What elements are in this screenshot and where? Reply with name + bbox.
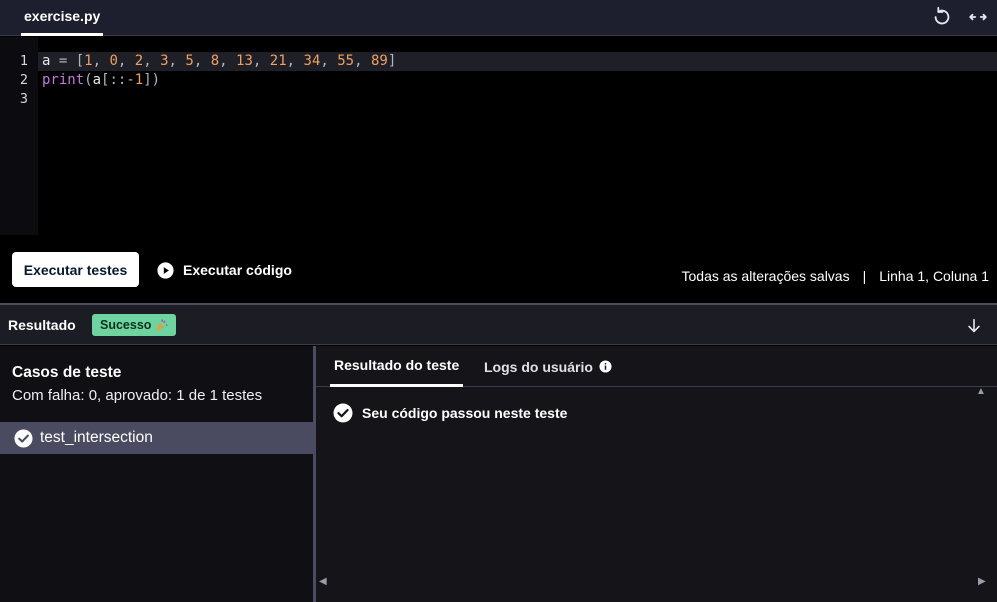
arrow-down-icon[interactable] bbox=[965, 317, 983, 335]
tab-user-logs-label: Logs do usuário bbox=[484, 358, 593, 375]
status-badge: Sucesso bbox=[92, 314, 177, 336]
action-bar: Executar testes Executar código Todas as… bbox=[0, 236, 997, 303]
test-case-row[interactable]: test_intersection bbox=[0, 422, 313, 454]
cursor-position: Linha 1, Coluna 1 bbox=[879, 268, 989, 284]
test-cases-panel: Casos de teste Com falha: 0, aprovado: 1… bbox=[0, 346, 313, 602]
line-number: 2 bbox=[19, 72, 28, 88]
status-separator: | bbox=[862, 268, 867, 284]
expand-horizontal-icon[interactable] bbox=[967, 6, 989, 28]
tab-test-result[interactable]: Resultado do teste bbox=[330, 346, 464, 387]
badge-label: Sucesso bbox=[100, 318, 152, 332]
pass-message-text: Seu código passou neste teste bbox=[362, 405, 568, 421]
result-tabs: Resultado do teste Logs do usuário bbox=[316, 346, 997, 387]
scroll-up-arrow[interactable]: ▲ bbox=[976, 386, 986, 397]
test-cases-summary: Com falha: 0, aprovado: 1 de 1 testes bbox=[12, 387, 263, 404]
line-number: 3 bbox=[19, 91, 28, 107]
run-code-label: Executar código bbox=[183, 262, 292, 278]
editor-tab-bar: exercise.py bbox=[0, 0, 997, 36]
code-line[interactable]: a = [1, 0, 2, 3, 5, 8, 13, 21, 34, 55, 8… bbox=[42, 52, 396, 71]
save-status: Todas as alterações salvas bbox=[681, 268, 850, 284]
editor-status: Todas as alterações salvas | Linha 1, Co… bbox=[682, 268, 990, 284]
code-editor[interactable]: 1 2 3 a = [1, 0, 2, 3, 5, 8, 13, 21, 34,… bbox=[0, 37, 997, 235]
check-circle-icon bbox=[333, 403, 353, 423]
scroll-right-arrow[interactable]: ▶ bbox=[978, 576, 986, 587]
party-popper-icon bbox=[156, 318, 168, 331]
test-pass-message: Seu código passou neste teste bbox=[333, 403, 567, 423]
line-number-gutter: 1 2 3 bbox=[0, 37, 38, 235]
file-tab-exercise[interactable]: exercise.py bbox=[21, 0, 104, 36]
check-circle-icon bbox=[14, 428, 33, 448]
result-title: Resultado bbox=[8, 317, 76, 333]
test-cases-title: Casos de teste bbox=[12, 364, 122, 381]
line-number: 1 bbox=[19, 53, 28, 69]
reset-icon[interactable] bbox=[931, 6, 953, 28]
play-circle-icon bbox=[157, 261, 174, 279]
run-tests-button[interactable]: Executar testes bbox=[12, 252, 139, 287]
scroll-left-arrow[interactable]: ◀ bbox=[319, 576, 327, 587]
tab-user-logs[interactable]: Logs do usuário bbox=[484, 346, 612, 387]
test-case-name: test_intersection bbox=[40, 429, 153, 446]
result-header: Resultado Sucesso bbox=[0, 303, 997, 345]
info-icon bbox=[599, 360, 612, 373]
test-result-panel: Resultado do teste Logs do usuário Seu c… bbox=[316, 346, 997, 602]
code-line[interactable]: print(a[::-1]) bbox=[42, 71, 160, 90]
run-code-button[interactable]: Executar código bbox=[157, 260, 292, 280]
